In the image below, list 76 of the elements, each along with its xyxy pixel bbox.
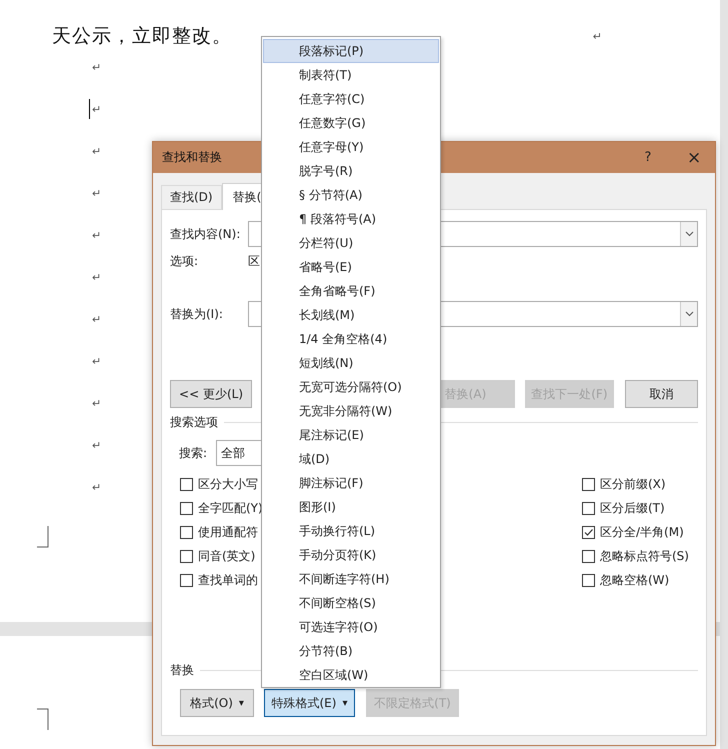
menu-item[interactable]: 分节符(B) [263, 639, 439, 663]
menu-item[interactable]: 不间断空格(S) [263, 591, 439, 615]
checkbox-label: 使用通配符 [198, 524, 258, 540]
checkbox[interactable] [582, 502, 595, 514]
checkbox[interactable] [582, 550, 595, 562]
dialog-button[interactable]: 取消 [624, 380, 698, 408]
dialog-title: 查找和替换 [162, 149, 222, 166]
checkbox[interactable] [180, 550, 193, 562]
checkbox-label: 区分后缀(T) [600, 500, 665, 516]
paragraph-mark: ↵ [92, 438, 102, 452]
help-button[interactable]: ? [641, 150, 655, 165]
field-label: 查找内容(N): [170, 226, 242, 242]
menu-item[interactable]: 手动分页符(K) [263, 543, 439, 567]
section-title: 搜索选项 [170, 414, 218, 430]
paragraph-mark: ↵ [92, 354, 102, 368]
dialog-button[interactable]: << 更少(L) [170, 380, 252, 408]
menu-item[interactable]: 图形(I) [263, 495, 439, 519]
checkbox-label: 查找单词的 [198, 572, 258, 588]
checkbox[interactable] [180, 502, 193, 514]
menu-item[interactable]: 任意字母(Y) [263, 135, 439, 159]
menu-item[interactable]: 省略号(E) [263, 255, 439, 279]
text-cursor [89, 99, 90, 119]
search-label: 搜索: [179, 444, 208, 462]
close-button[interactable]: × [687, 148, 701, 168]
paragraph-mark: ↵ [92, 270, 102, 284]
menu-item[interactable]: ¶ 段落符号(A) [263, 207, 439, 231]
tab[interactable]: 查找(D) [161, 185, 222, 209]
format-button[interactable]: 格式(O) ▾ [180, 689, 254, 717]
crop-mark [37, 708, 49, 730]
menu-item[interactable]: 任意数字(G) [263, 111, 439, 135]
paragraph-mark: ↵ [92, 396, 102, 410]
menu-item[interactable]: 手动换行符(L) [263, 519, 439, 543]
paragraph-mark: ↵ [92, 144, 102, 158]
checkbox[interactable] [180, 478, 193, 490]
section-title: 替换 [170, 662, 194, 678]
paragraph-mark: ↵ [92, 186, 102, 200]
checkbox[interactable] [582, 526, 595, 538]
paragraph-mark: ↵ [592, 30, 602, 42]
menu-item[interactable]: 制表符(T) [263, 63, 439, 87]
checkbox[interactable] [180, 526, 193, 538]
menu-item[interactable]: 全角省略号(F) [263, 279, 439, 303]
menu-item[interactable]: 尾注标记(E) [263, 423, 439, 447]
menu-item[interactable]: 脱字号(R) [263, 159, 439, 183]
checkbox[interactable] [180, 574, 193, 586]
checkbox-label: 忽略标点符号(S) [600, 548, 689, 564]
menu-item[interactable]: 长划线(M) [263, 303, 439, 327]
options-label: 选项: [170, 252, 200, 270]
menu-item[interactable]: 段落标记(P) [263, 39, 439, 63]
format-button[interactable]: 特殊格式(E) ▾ [264, 689, 355, 717]
menu-item[interactable]: 任意字符(C) [263, 87, 439, 111]
menu-item[interactable]: 域(D) [263, 447, 439, 471]
field-label: 替换为(I): [170, 306, 224, 322]
paragraph-mark: ↵ [92, 228, 102, 242]
options-value: 区 [248, 252, 260, 270]
crop-mark [37, 526, 49, 548]
dropdown-icon [684, 231, 694, 237]
document-text: 天公示，立即整改。 [52, 24, 232, 49]
menu-item[interactable]: 不间断连字符(H) [263, 567, 439, 591]
checkbox-label: 区分大小写 [198, 476, 258, 492]
paragraph-mark: ↵ [92, 102, 102, 116]
checkbox[interactable] [582, 478, 595, 490]
checkbox-label: 忽略空格(W) [600, 572, 670, 588]
paragraph-mark: ↵ [92, 60, 102, 74]
checkbox-label: 区分前缀(X) [600, 476, 666, 492]
menu-item[interactable]: 1/4 全角空格(4) [263, 327, 439, 351]
checkbox[interactable] [582, 574, 595, 586]
menu-item[interactable]: 短划线(N) [263, 351, 439, 375]
paragraph-mark: ↵ [92, 480, 102, 494]
menu-item[interactable]: 空白区域(W) [263, 663, 439, 687]
checkbox-label: 区分全/半角(M) [600, 524, 684, 540]
checkbox-label: 同音(英文) [198, 548, 256, 564]
menu-item[interactable]: 分栏符(U) [263, 231, 439, 255]
paragraph-mark: ↵ [92, 312, 102, 326]
dropdown-icon [684, 311, 694, 317]
menu-item[interactable]: 脚注标记(F) [263, 471, 439, 495]
menu-item[interactable]: 可选连字符(O) [263, 615, 439, 639]
